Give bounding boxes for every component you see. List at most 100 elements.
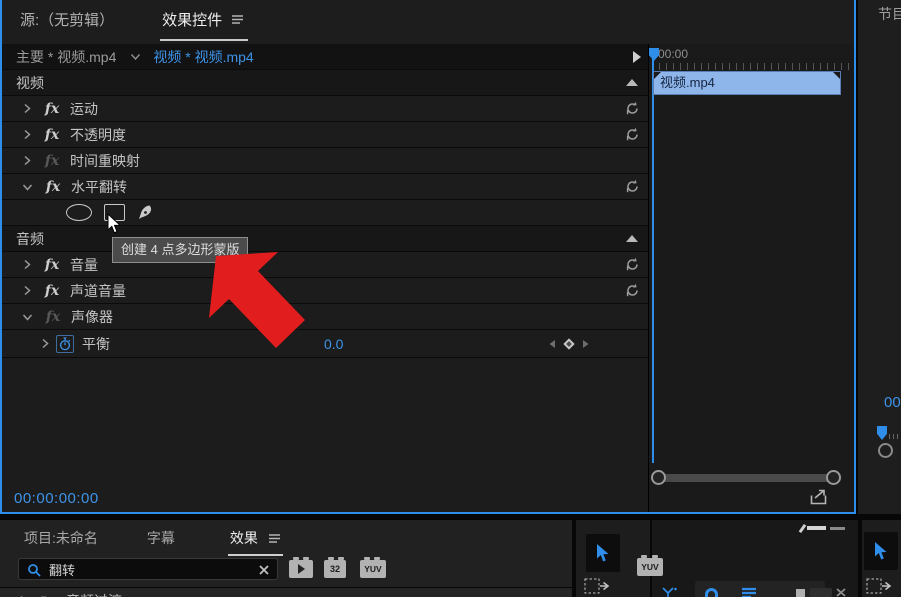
next-keyframe-icon[interactable]	[582, 339, 590, 349]
yuv-effects-badge[interactable]: YUV	[360, 560, 386, 578]
reset-effect-icon[interactable]	[625, 179, 640, 194]
expand-chevron-icon[interactable]	[22, 259, 32, 270]
selection-tool-icon	[873, 541, 889, 561]
tab-project[interactable]: 项目:未命名	[24, 528, 98, 548]
export-icon[interactable]	[809, 488, 829, 506]
expand-chevron-icon[interactable]	[22, 129, 32, 140]
collapse-icon[interactable]	[626, 79, 638, 86]
reset-effect-icon[interactable]	[625, 127, 640, 142]
effect-controls-timeline[interactable]: 00:00 视频.mp4	[648, 44, 854, 512]
effects-search-box[interactable]	[18, 558, 278, 580]
fx-badge-icon[interactable]: fx	[42, 153, 62, 169]
tab-captions[interactable]: 字幕	[147, 528, 175, 548]
expand-chevron-icon[interactable]	[22, 155, 32, 166]
expand-chevron-icon[interactable]	[22, 103, 32, 114]
ruler-time-label: 00:00	[658, 47, 688, 61]
panel-menu-icon[interactable]	[231, 14, 244, 25]
scrollbar-knob-right[interactable]	[826, 470, 841, 485]
effect-label: 运动	[70, 99, 98, 119]
fx-badge-icon[interactable]: fx	[43, 309, 63, 325]
section-label: 视频	[16, 73, 44, 93]
expand-chevron-icon[interactable]	[40, 338, 50, 349]
program-timecode-partial: 00	[884, 394, 901, 411]
effects-browser-panel: 项目:未命名 字幕 效果 32 YUV 音频过渡	[0, 520, 572, 597]
effect-row-panner[interactable]: fx 声像器	[2, 304, 648, 330]
linked-selection-icon[interactable]	[741, 587, 757, 597]
program-monitor-sliver: 节目 00	[858, 0, 901, 514]
show-timeline-arrow-icon[interactable]	[633, 51, 641, 63]
reset-effect-icon[interactable]	[625, 257, 640, 272]
panel-tab-bar: 源:（无剪辑） 效果控件	[2, 0, 854, 43]
sequence-clip-label[interactable]: 视频 * 视频.mp4	[153, 47, 253, 67]
clip-source-row[interactable]: 主要 * 视频.mp4 视频 * 视频.mp4	[2, 44, 648, 70]
fx-badge-icon[interactable]: fx	[42, 127, 62, 143]
param-row-balance[interactable]: 平衡 0.0	[2, 330, 648, 358]
partial-button[interactable]	[810, 588, 832, 597]
insert-overwrite-icon[interactable]	[661, 586, 679, 597]
tab-source[interactable]: 源:（无剪辑）	[20, 9, 114, 30]
keyframe-navigator	[548, 339, 590, 349]
snap-magnet-icon[interactable]	[705, 588, 718, 597]
timeline-scrollbar[interactable]	[651, 470, 841, 486]
fx-badge-icon[interactable]: fx	[42, 101, 62, 117]
prev-keyframe-icon[interactable]	[548, 339, 556, 349]
track-select-forward-icon[interactable]	[866, 578, 894, 596]
search-input[interactable]	[49, 560, 239, 578]
effect-row-opacity[interactable]: fx 不透明度	[2, 122, 648, 148]
mask-tools-row	[2, 200, 648, 226]
track-select-forward-icon[interactable]	[584, 578, 612, 596]
partial-icon[interactable]	[836, 588, 846, 597]
selection-tool-button[interactable]	[586, 534, 620, 572]
section-label: 音频	[16, 229, 44, 249]
section-audio-header[interactable]: 音频	[2, 226, 648, 252]
program-panel-title[interactable]: 节目	[878, 4, 901, 24]
effect-label: 音量	[70, 255, 98, 275]
program-playhead-head[interactable]	[877, 426, 887, 440]
tools-panel-sliver	[862, 520, 901, 597]
toggle-animation-stopwatch-icon[interactable]	[56, 335, 74, 353]
reset-effect-icon[interactable]	[625, 283, 640, 298]
create-ellipse-mask-icon[interactable]	[66, 204, 92, 221]
32bit-color-badge[interactable]: 32	[324, 560, 346, 578]
clear-search-icon[interactable]	[258, 564, 270, 576]
free-draw-bezier-pen-icon[interactable]	[137, 204, 154, 221]
chevron-down-icon[interactable]	[130, 53, 141, 61]
expand-chevron-icon[interactable]	[22, 285, 32, 296]
selection-tool-icon	[595, 543, 611, 563]
play-icon	[298, 564, 305, 574]
collapse-chevron-icon[interactable]	[22, 312, 33, 322]
partial-ui-dash	[799, 524, 807, 533]
param-label: 平衡	[82, 334, 110, 354]
selection-tool-button[interactable]	[864, 532, 898, 570]
bin-row-audio-transitions[interactable]: 音频过渡	[0, 587, 572, 597]
playhead-timecode[interactable]: 00:00:00:00	[14, 490, 99, 507]
fx-badge-icon[interactable]: fx	[43, 179, 63, 195]
effect-row-channel-volume[interactable]: fx 声道音量	[2, 278, 648, 304]
master-clip-label[interactable]: 主要 * 视频.mp4	[16, 47, 116, 67]
reset-effect-icon[interactable]	[625, 101, 640, 116]
fx-badge-icon[interactable]: fx	[42, 257, 62, 273]
effect-label: 声像器	[71, 307, 113, 327]
time-ruler[interactable]	[652, 63, 852, 70]
effect-row-horizontal-flip[interactable]: fx 水平翻转	[2, 174, 648, 200]
tab-effects[interactable]: 效果	[228, 528, 283, 556]
param-value[interactable]: 0.0	[324, 336, 343, 352]
fx-badge-icon[interactable]: fx	[42, 283, 62, 299]
timeline-clip-bar[interactable]: 视频.mp4	[653, 71, 841, 95]
section-video-header[interactable]: 视频	[2, 70, 648, 96]
partial-ui-dash	[807, 526, 826, 530]
scrollbar-knob-left[interactable]	[651, 470, 666, 485]
panel-menu-icon[interactable]	[268, 533, 281, 544]
collapse-icon[interactable]	[626, 235, 638, 242]
effect-row-volume[interactable]: fx 音量	[2, 252, 648, 278]
collapse-chevron-icon[interactable]	[22, 182, 33, 192]
tab-effect-controls[interactable]: 效果控件	[160, 9, 248, 41]
timeline-settings-icon[interactable]	[796, 589, 805, 597]
scrollbar-track[interactable]	[658, 474, 834, 482]
effect-row-time-remapping[interactable]: fx 时间重映射	[2, 148, 648, 174]
effect-row-motion[interactable]: fx 运动	[2, 96, 648, 122]
program-scrollbar-knob[interactable]	[878, 443, 893, 458]
accelerated-effects-badge-icon[interactable]	[289, 560, 313, 578]
add-keyframe-icon[interactable]	[563, 338, 574, 349]
playhead-line[interactable]	[652, 49, 654, 463]
